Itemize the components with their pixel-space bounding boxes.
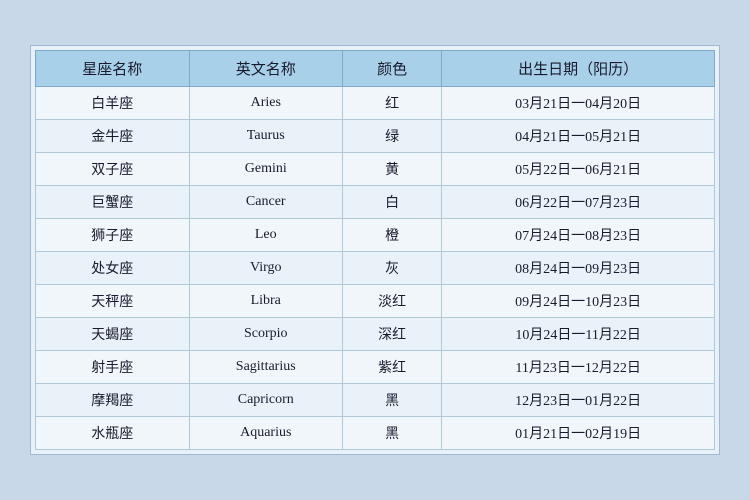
cell-row6-col1: Libra xyxy=(189,285,343,318)
cell-row5-col2: 灰 xyxy=(343,252,442,285)
cell-row9-col1: Capricorn xyxy=(189,384,343,417)
table-row: 金牛座Taurus绿04月21日一05月21日 xyxy=(36,120,715,153)
cell-row1-col2: 绿 xyxy=(343,120,442,153)
table-row: 巨蟹座Cancer白06月22日一07月23日 xyxy=(36,186,715,219)
table-row: 天蝎座Scorpio深红10月24日一11月22日 xyxy=(36,318,715,351)
cell-row8-col1: Sagittarius xyxy=(189,351,343,384)
cell-row2-col1: Gemini xyxy=(189,153,343,186)
zodiac-table: 星座名称 英文名称 颜色 出生日期（阳历） 白羊座Aries红03月21日一04… xyxy=(35,50,715,450)
cell-row0-col0: 白羊座 xyxy=(36,87,190,120)
cell-row0-col2: 红 xyxy=(343,87,442,120)
header-birthday: 出生日期（阳历） xyxy=(442,51,715,87)
cell-row0-col3: 03月21日一04月20日 xyxy=(442,87,715,120)
cell-row0-col1: Aries xyxy=(189,87,343,120)
cell-row10-col0: 水瓶座 xyxy=(36,417,190,450)
cell-row7-col2: 深红 xyxy=(343,318,442,351)
header-chinese-name: 星座名称 xyxy=(36,51,190,87)
cell-row4-col2: 橙 xyxy=(343,219,442,252)
header-english-name: 英文名称 xyxy=(189,51,343,87)
table-row: 双子座Gemini黄05月22日一06月21日 xyxy=(36,153,715,186)
cell-row5-col3: 08月24日一09月23日 xyxy=(442,252,715,285)
table-row: 天秤座Libra淡红09月24日一10月23日 xyxy=(36,285,715,318)
cell-row4-col3: 07月24日一08月23日 xyxy=(442,219,715,252)
table-row: 水瓶座Aquarius黑01月21日一02月19日 xyxy=(36,417,715,450)
cell-row3-col3: 06月22日一07月23日 xyxy=(442,186,715,219)
cell-row9-col0: 摩羯座 xyxy=(36,384,190,417)
table-header-row: 星座名称 英文名称 颜色 出生日期（阳历） xyxy=(36,51,715,87)
cell-row4-col1: Leo xyxy=(189,219,343,252)
cell-row10-col2: 黑 xyxy=(343,417,442,450)
cell-row5-col0: 处女座 xyxy=(36,252,190,285)
table-body: 白羊座Aries红03月21日一04月20日金牛座Taurus绿04月21日一0… xyxy=(36,87,715,450)
cell-row6-col0: 天秤座 xyxy=(36,285,190,318)
cell-row8-col0: 射手座 xyxy=(36,351,190,384)
cell-row9-col3: 12月23日一01月22日 xyxy=(442,384,715,417)
cell-row6-col2: 淡红 xyxy=(343,285,442,318)
cell-row3-col2: 白 xyxy=(343,186,442,219)
table-row: 射手座Sagittarius紫红11月23日一12月22日 xyxy=(36,351,715,384)
cell-row2-col2: 黄 xyxy=(343,153,442,186)
cell-row7-col0: 天蝎座 xyxy=(36,318,190,351)
cell-row8-col3: 11月23日一12月22日 xyxy=(442,351,715,384)
cell-row2-col0: 双子座 xyxy=(36,153,190,186)
cell-row3-col0: 巨蟹座 xyxy=(36,186,190,219)
zodiac-table-container: 星座名称 英文名称 颜色 出生日期（阳历） 白羊座Aries红03月21日一04… xyxy=(30,45,720,455)
cell-row6-col3: 09月24日一10月23日 xyxy=(442,285,715,318)
table-row: 狮子座Leo橙07月24日一08月23日 xyxy=(36,219,715,252)
cell-row5-col1: Virgo xyxy=(189,252,343,285)
cell-row9-col2: 黑 xyxy=(343,384,442,417)
table-row: 处女座Virgo灰08月24日一09月23日 xyxy=(36,252,715,285)
cell-row1-col3: 04月21日一05月21日 xyxy=(442,120,715,153)
cell-row1-col1: Taurus xyxy=(189,120,343,153)
table-row: 摩羯座Capricorn黑12月23日一01月22日 xyxy=(36,384,715,417)
cell-row4-col0: 狮子座 xyxy=(36,219,190,252)
cell-row10-col1: Aquarius xyxy=(189,417,343,450)
cell-row1-col0: 金牛座 xyxy=(36,120,190,153)
header-color: 颜色 xyxy=(343,51,442,87)
cell-row10-col3: 01月21日一02月19日 xyxy=(442,417,715,450)
cell-row7-col1: Scorpio xyxy=(189,318,343,351)
cell-row3-col1: Cancer xyxy=(189,186,343,219)
table-row: 白羊座Aries红03月21日一04月20日 xyxy=(36,87,715,120)
cell-row8-col2: 紫红 xyxy=(343,351,442,384)
cell-row7-col3: 10月24日一11月22日 xyxy=(442,318,715,351)
cell-row2-col3: 05月22日一06月21日 xyxy=(442,153,715,186)
